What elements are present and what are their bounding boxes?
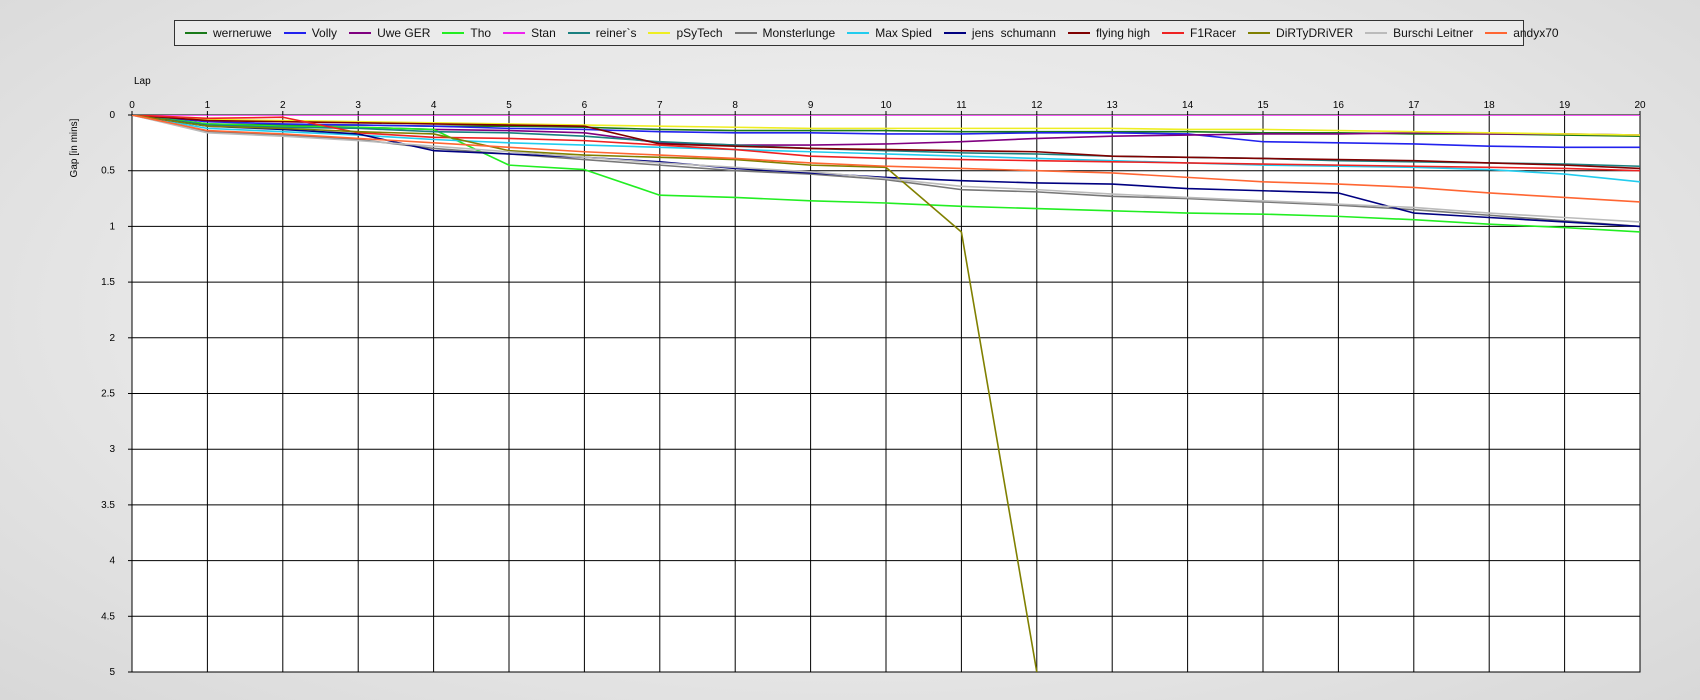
y-tick-label: 3 [109, 444, 115, 455]
y-tick-label: 4.5 [101, 611, 115, 622]
x-tick-label: 13 [1107, 100, 1119, 111]
y-tick-label: 1.5 [101, 277, 115, 288]
y-tick-label: 5 [109, 667, 115, 678]
x-tick-label: 16 [1333, 100, 1345, 111]
x-tick-label: 19 [1559, 100, 1571, 111]
x-tick-label: 17 [1408, 100, 1420, 111]
x-tick-label: 14 [1182, 100, 1194, 111]
x-tick-label: 9 [808, 100, 814, 111]
x-tick-label: 2 [280, 100, 286, 111]
y-tick-label: 3.5 [101, 500, 115, 511]
y-tick-label: 2 [109, 333, 115, 344]
y-tick-label: 0 [109, 110, 115, 121]
x-tick-label: 6 [582, 100, 588, 111]
x-tick-label: 8 [732, 100, 738, 111]
x-axis-label: Lap [134, 76, 151, 87]
x-tick-label: 3 [355, 100, 361, 111]
y-axis-label: Gap [in mins] [69, 118, 80, 177]
y-tick-label: 2.5 [101, 389, 115, 400]
x-tick-label: 4 [431, 100, 437, 111]
gap-chart: 0 1 2 3 4 5 6 7 8 9 10 11 12 13 14 15 16 17 18 19 2000.511.5… [69, 76, 1646, 678]
x-tick-label: 10 [880, 100, 892, 111]
x-tick-label: 1 [205, 100, 211, 111]
x-tick-label: 18 [1484, 100, 1496, 111]
x-tick-label: 15 [1257, 100, 1269, 111]
x-tick-label: 11 [956, 100, 967, 111]
y-tick-label: 4 [109, 556, 115, 567]
y-tick-label: 0.5 [101, 166, 115, 177]
y-tick-label: 1 [109, 221, 115, 232]
x-tick-label: 5 [506, 100, 512, 111]
x-tick-label: 20 [1634, 100, 1646, 111]
grid-layer [131, 114, 1641, 673]
x-tick-label: 12 [1031, 100, 1043, 111]
x-tick-label: 7 [657, 100, 663, 111]
x-tick-label: 0 [129, 100, 135, 111]
